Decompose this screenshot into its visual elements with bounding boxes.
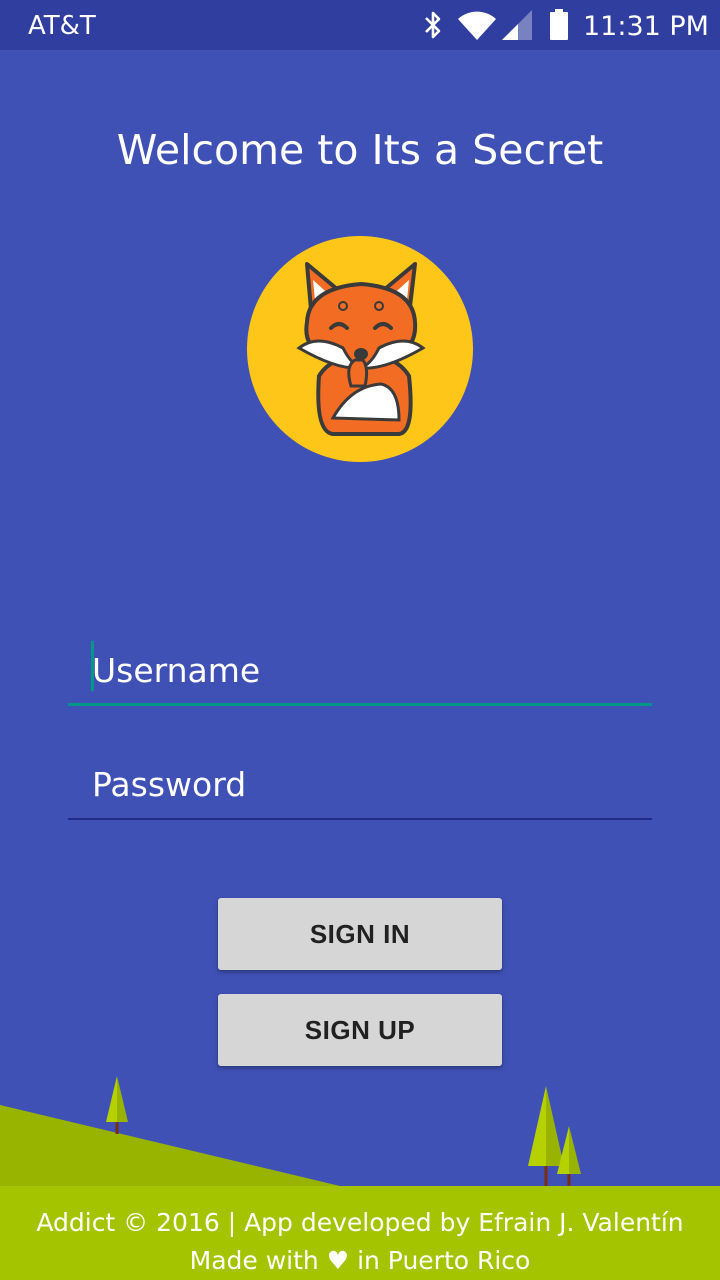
- tree-left: [106, 1076, 128, 1134]
- welcome-title: Welcome to Its a Secret: [116, 126, 604, 174]
- fox-logo: [247, 236, 473, 462]
- hill: [0, 1105, 340, 1186]
- text-cursor: [91, 641, 94, 691]
- wifi-icon: [458, 11, 496, 40]
- footer-made-with: Made with ♥ in Puerto Rico: [189, 1246, 531, 1275]
- status-bar: AT&T 11:31 PM: [0, 0, 720, 50]
- username-field[interactable]: [68, 636, 652, 706]
- bluetooth-icon: [425, 11, 441, 39]
- battery-icon: [550, 9, 568, 40]
- footer-credits: Addict © 2016 | App developed by Efrain …: [36, 1208, 684, 1237]
- username-underline: [68, 703, 652, 706]
- sign-in-button[interactable]: SIGN IN: [218, 898, 502, 970]
- username-input[interactable]: [68, 636, 652, 704]
- clock: 11:31 PM: [583, 11, 709, 42]
- signal-icon: [502, 10, 532, 40]
- carrier-name: AT&T: [28, 11, 96, 41]
- sign-up-button[interactable]: SIGN UP: [218, 994, 502, 1066]
- password-underline: [68, 818, 652, 820]
- footer: Addict © 2016 | App developed by Efrain …: [0, 1186, 720, 1280]
- password-field[interactable]: [68, 750, 652, 820]
- password-input[interactable]: [68, 750, 652, 818]
